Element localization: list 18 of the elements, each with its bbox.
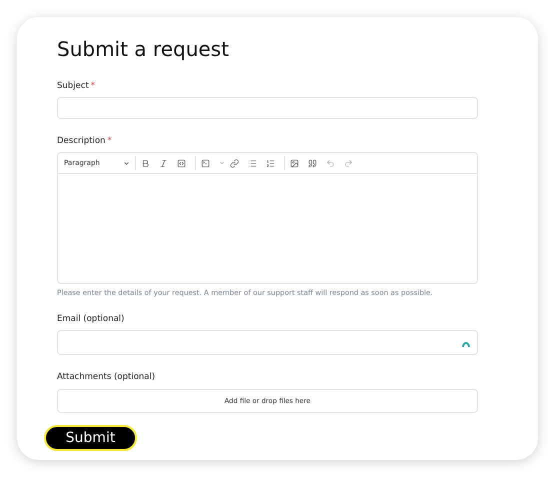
submit-button[interactable]: Submit: [44, 425, 137, 451]
italic-icon[interactable]: [159, 158, 168, 168]
subject-field[interactable]: [57, 97, 478, 119]
field-label: Attachments (optional): [57, 372, 156, 382]
caret-icon: [123, 160, 130, 166]
image-icon[interactable]: [290, 158, 299, 168]
quote-icon[interactable]: [308, 158, 317, 168]
bold-icon[interactable]: [141, 158, 150, 168]
field-label: Subject *: [57, 81, 96, 91]
code-icon[interactable]: [177, 158, 186, 168]
field-label: Email (optional): [57, 314, 126, 324]
page-title: Submit a request: [57, 37, 230, 61]
field-label: Description *: [57, 136, 113, 146]
email-field[interactable]: [57, 330, 478, 355]
code-block-icon[interactable]: [201, 158, 210, 168]
numbered-list-icon[interactable]: [266, 158, 275, 168]
link-icon[interactable]: [230, 158, 239, 168]
bullet-list-icon[interactable]: [248, 158, 257, 168]
